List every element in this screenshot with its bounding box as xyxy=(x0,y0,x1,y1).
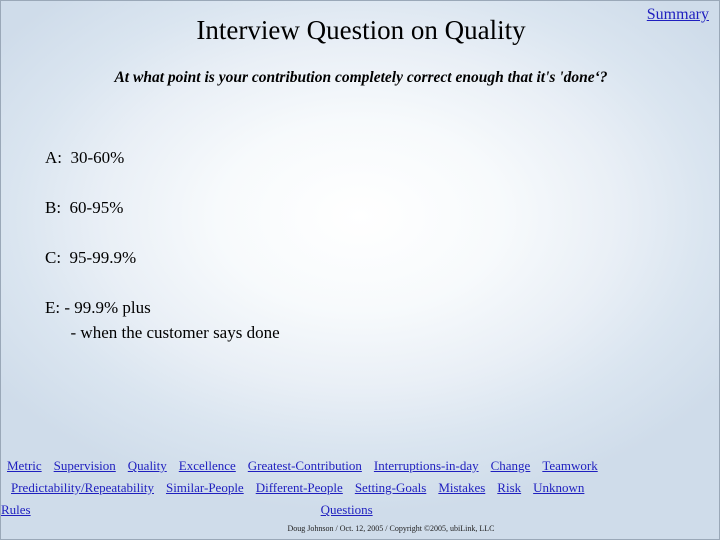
answer-option-c: C: 95-99.9% xyxy=(45,248,137,268)
nav-link-setting-goals[interactable]: Setting-Goals xyxy=(355,479,427,496)
nav-link-metric[interactable]: Metric xyxy=(7,457,42,474)
nav-link-interruptions-in-day[interactable]: Interruptions-in-day xyxy=(374,457,479,474)
nav-link-questions[interactable]: Questions xyxy=(321,501,373,518)
answer-option-a: A: 30-60% xyxy=(45,148,125,167)
answers-list: A: 30-60% B: 60-95% C: 95-99.9% E: - 99.… xyxy=(45,146,645,345)
answer-option-b: B: 60-95% xyxy=(45,198,124,218)
nav-link-predictability-repeatability[interactable]: Predictability/Repeatability xyxy=(11,479,154,496)
nav-link-greatest-contribution[interactable]: Greatest-Contribution xyxy=(248,457,362,474)
slide-subtitle: At what point is your contribution compl… xyxy=(114,69,608,86)
nav-link-change[interactable]: Change xyxy=(491,457,531,474)
slide-footer: Doug Johnson / Oct. 12, 2005 / Copyright… xyxy=(1,524,719,533)
navigation-links: Metric Supervision Quality Excellence Gr… xyxy=(1,457,719,523)
page-title: Interview Question on Quality xyxy=(196,15,526,45)
nav-link-rules[interactable]: Rules xyxy=(1,501,31,518)
nav-row-1: Metric Supervision Quality Excellence Gr… xyxy=(1,457,719,479)
nav-link-excellence[interactable]: Excellence xyxy=(179,457,236,474)
nav-link-similar-people[interactable]: Similar-People xyxy=(166,479,244,496)
nav-link-risk[interactable]: Risk xyxy=(497,479,521,496)
nav-row-2: Predictability/Repeatability Similar-Peo… xyxy=(1,479,719,501)
answer-option-e: E: - 99.9% plus - when the customer says… xyxy=(45,298,280,342)
nav-row-3: Rules Questions xyxy=(1,501,719,523)
nav-link-mistakes[interactable]: Mistakes xyxy=(438,479,485,496)
nav-link-different-people[interactable]: Different-People xyxy=(256,479,343,496)
nav-link-teamwork[interactable]: Teamwork xyxy=(542,457,597,474)
nav-link-unknown[interactable]: Unknown xyxy=(533,479,584,496)
nav-link-quality[interactable]: Quality xyxy=(128,457,167,474)
slide-canvas: Summary Interview Question on Quality At… xyxy=(0,0,720,540)
footer-text: Doug Johnson / Oct. 12, 2005 / Copyright… xyxy=(287,524,495,533)
nav-link-supervision[interactable]: Supervision xyxy=(54,457,116,474)
